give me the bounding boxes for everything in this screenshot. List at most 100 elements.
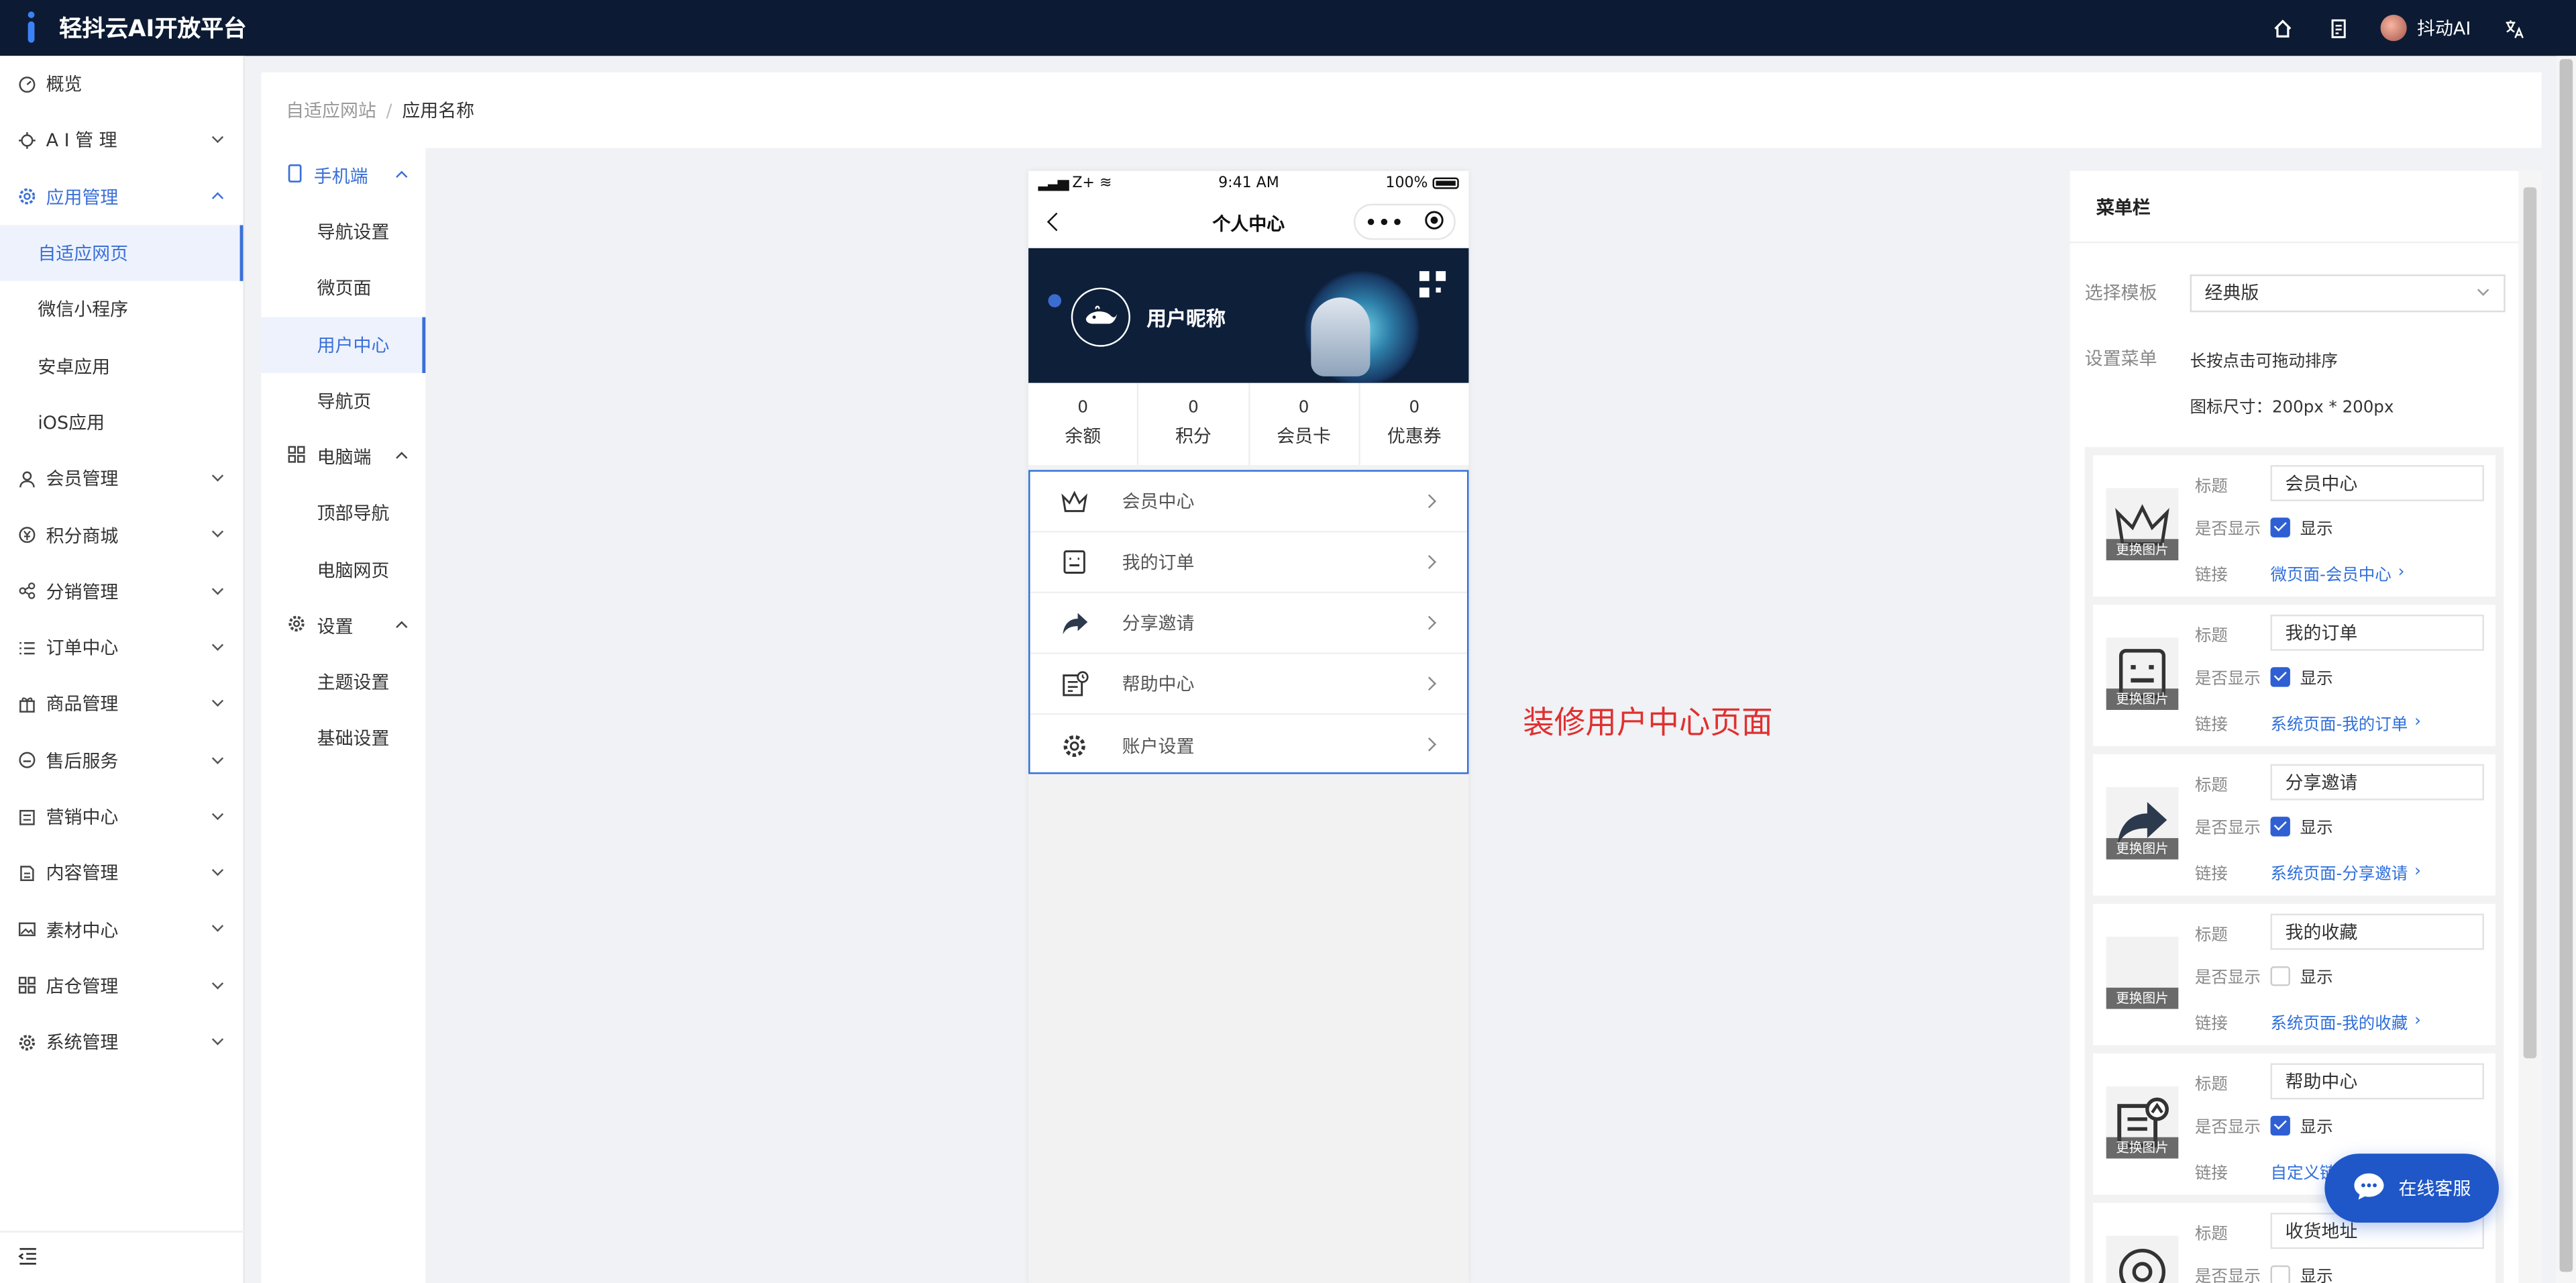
sidebar-item-points-mall[interactable]: 积分商城 [0,507,243,563]
card-image[interactable]: 更换图片 [2106,936,2179,1009]
sidebar-item-stores[interactable]: 店仓管理 [0,958,243,1014]
stat-value: 0 [1409,399,1420,418]
sidebar-item-ios-app[interactable]: iOS应用 [0,394,243,450]
sidebar-item-materials[interactable]: 素材中心 [0,901,243,958]
breadcrumb-parent[interactable]: 自适应网站 [286,97,376,123]
sidebar-item-members[interactable]: 会员管理 [0,450,243,507]
desktop-icon [288,446,306,468]
page-scrollbar-thumb[interactable] [2559,59,2573,1272]
user-menu[interactable]: 抖动AI [2381,15,2471,42]
phone-page-title: 个人中心 [1212,213,1285,234]
card-image[interactable]: 更换图片 [2106,1086,2179,1159]
sidebar-item-app-management[interactable]: 应用管理 [0,168,243,225]
show-checkbox[interactable] [2270,965,2290,986]
stat-member-card[interactable]: 0 会员卡 [1249,382,1360,466]
link-label: 链接 [2194,1015,2228,1034]
subnav-item-label: 基础设置 [317,728,390,750]
stat-coupons[interactable]: 0 优惠券 [1360,383,1468,465]
change-image-label[interactable]: 更换图片 [2106,1137,2179,1159]
card-image[interactable]: 更换图片 [2106,488,2179,561]
link-value[interactable]: 系统页面-分享邀请 [2271,860,2408,884]
show-checkbox[interactable] [2270,517,2290,537]
sidebar-item-after-sales[interactable]: 售后服务 [0,732,243,788]
sidebar-item-system[interactable]: 系统管理 [0,1014,243,1070]
stat-points[interactable]: 0 积分 [1139,382,1250,466]
user-menu-list[interactable]: 会员中心 我的订单 分享邀请 帮助中心 账户设置 [1028,470,1469,776]
grid-icon [18,977,36,995]
template-select[interactable]: 经典版 [2190,273,2506,312]
panel-scrollbar-thumb[interactable] [2523,187,2537,1059]
show-text: 显示 [2300,969,2333,988]
change-image-label[interactable]: 更换图片 [2106,539,2179,561]
card-image[interactable]: 更换图片 [2106,637,2179,710]
subnav-group-mobile[interactable]: 手机端 [261,148,425,203]
title-input[interactable]: 会员中心 [2270,465,2484,501]
show-checkbox[interactable] [2270,666,2290,686]
logo[interactable]: 轻抖云AI开放平台 [23,11,246,44]
qrcode-icon[interactable] [1419,271,1446,298]
show-checkbox[interactable] [2270,815,2290,836]
change-image-label[interactable]: 更换图片 [2106,987,2179,1009]
stat-balance[interactable]: 0 余额 [1028,382,1139,466]
home-icon[interactable] [2269,15,2296,41]
sidebar-item-marketing[interactable]: 营销中心 [0,788,243,845]
subnav-group-desktop[interactable]: 电脑端 [261,429,425,485]
title-input[interactable]: 帮助中心 [2270,1063,2484,1100]
sidebar-item-label: 内容管理 [46,863,119,885]
marketing-icon [18,808,36,826]
link-value[interactable]: 系统页面-我的收藏 [2271,1009,2408,1033]
close-target-icon[interactable] [1424,209,1444,234]
menu-item-help-center[interactable]: 帮助中心 [1030,654,1467,715]
sidebar-item-orders[interactable]: 订单中心 [0,619,243,676]
title-input[interactable]: 分享邀请 [2270,764,2484,801]
profile-banner[interactable]: 用户昵称 [1028,248,1469,383]
page-scrollbar[interactable] [2556,56,2576,1283]
card-image[interactable] [2106,1235,2179,1283]
subnav-item-basic[interactable]: 基础设置 [261,710,425,766]
show-checkbox[interactable] [2270,1115,2290,1135]
title-input[interactable]: 我的收藏 [2270,913,2484,950]
menu-card[interactable]: 更换图片 标题 会员中心 是否显示 显示 链接 微页面-会员中心 › [2093,455,2496,597]
link-value[interactable]: 系统页面-我的订单 [2271,710,2408,735]
title-input[interactable]: 我的订单 [2270,614,2484,651]
subnav-item-micro-page[interactable]: 微页面 [261,260,425,317]
change-image-label[interactable]: 更换图片 [2106,837,2179,860]
menu-card[interactable]: 更换图片 标题 我的订单 是否显示 显示 链接 系统页面-我的订单 › [2093,605,2496,746]
translate-icon[interactable] [2500,15,2526,41]
panel-title: 菜单栏 [2070,171,2519,244]
subnav-item-nav-page[interactable]: 导航页 [261,373,425,429]
menu-item-share-invite[interactable]: 分享邀请 [1030,593,1467,654]
change-image-label[interactable]: 更换图片 [2106,688,2179,710]
miniprogram-capsule[interactable]: ••• [1353,203,1456,240]
card-image[interactable]: 更换图片 [2106,787,2179,860]
subnav-item-top-nav[interactable]: 顶部导航 [261,485,425,542]
sidebar-item-ai[interactable]: A I 管 理 [0,112,243,168]
menu-card[interactable]: 更换图片 标题 分享邀请 是否显示 显示 链接 系统页面-分享邀请 › [2093,754,2496,896]
subnav-item-user-center[interactable]: 用户中心 [261,316,426,373]
menu-item-my-orders[interactable]: 我的订单 [1030,532,1467,594]
sidebar-item-android-app[interactable]: 安卓应用 [0,338,243,394]
link-value[interactable]: 微页面-会员中心 [2271,560,2392,585]
panel-scrollbar[interactable] [2518,170,2542,1283]
subnav-group-settings[interactable]: 设置 [261,598,425,654]
menu-item-member-center[interactable]: 会员中心 [1030,472,1467,533]
document-icon[interactable] [2325,15,2351,41]
sidebar-item-overview[interactable]: 概览 [0,56,243,112]
sidebar-item-wechat-miniprogram[interactable]: 微信小程序 [0,281,243,338]
subnav-item-theme[interactable]: 主题设置 [261,654,425,710]
collapse-sidebar-button[interactable] [0,1231,245,1283]
sidebar-item-products[interactable]: 商品管理 [0,676,243,732]
show-checkbox[interactable] [2270,1264,2290,1283]
back-icon[interactable] [1046,212,1066,232]
sidebar-item-responsive-web[interactable]: 自适应网页 [0,225,244,282]
subnav-item-desktop-page[interactable]: 电脑网页 [261,542,425,598]
menu-item-label: 帮助中心 [1122,674,1195,695]
menu-card[interactable]: 更换图片 标题 我的收藏 是否显示 显示 链接 系统页面-我的收藏 › [2093,903,2496,1045]
chevron-down-icon [211,752,224,764]
subnav-item-nav-settings[interactable]: 导航设置 [261,204,425,260]
menu-item-account-settings[interactable]: 账户设置 [1030,715,1467,776]
sidebar-item-distribution[interactable]: 分销管理 [0,563,243,619]
sidebar-item-content[interactable]: 内容管理 [0,845,243,901]
more-icon[interactable]: ••• [1365,211,1405,233]
online-service-button[interactable]: 在线客服 [2324,1153,2499,1223]
